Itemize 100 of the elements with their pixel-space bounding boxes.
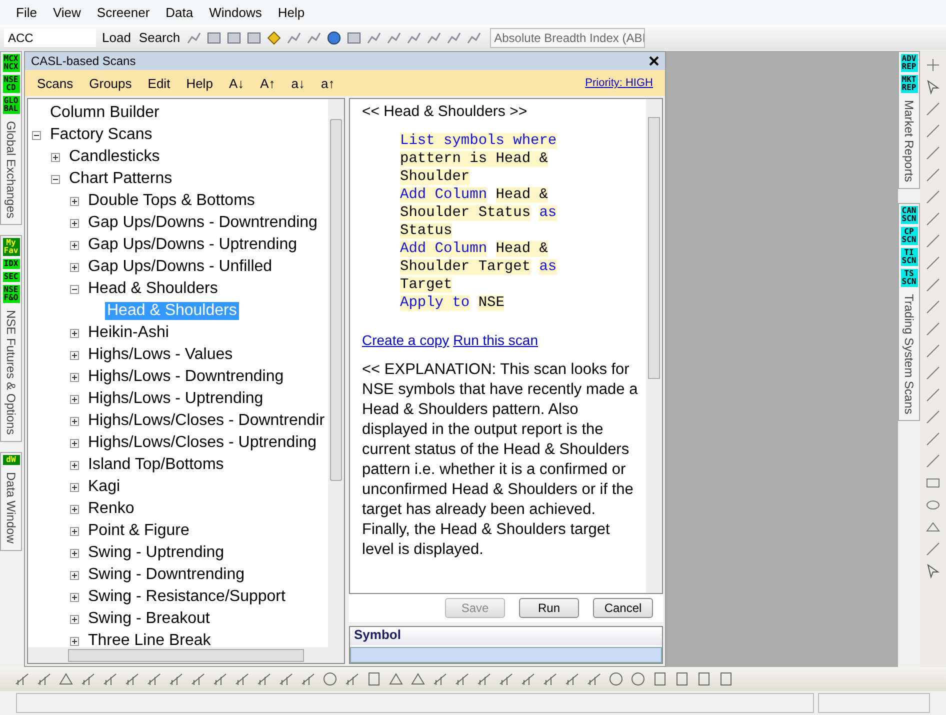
page-icon[interactable] bbox=[718, 671, 734, 687]
expander-icon[interactable] bbox=[51, 174, 60, 184]
line-icon[interactable] bbox=[925, 189, 941, 205]
report-tab[interactable]: TS SCN bbox=[900, 269, 918, 288]
expander-icon[interactable] bbox=[70, 218, 79, 228]
side-tab[interactable]: Global Exchanges bbox=[4, 117, 18, 222]
expander-icon[interactable] bbox=[70, 548, 79, 558]
expander-icon[interactable] bbox=[32, 130, 41, 140]
expander-icon[interactable] bbox=[70, 240, 79, 250]
tree-item[interactable]: Renko bbox=[86, 500, 136, 518]
panel-menu-item[interactable]: Help bbox=[186, 76, 213, 90]
exchange-tab[interactable]: dW bbox=[2, 455, 20, 466]
tree-item[interactable]: Point & Figure bbox=[86, 522, 192, 540]
circle-icon[interactable] bbox=[322, 671, 338, 687]
report-tab[interactable]: CP SCN bbox=[900, 227, 918, 246]
dialog-button[interactable]: Run bbox=[519, 598, 579, 618]
tree-item[interactable]: Highs/Lows - Downtrending bbox=[86, 368, 286, 386]
report-tab[interactable]: TI SCN bbox=[900, 248, 918, 266]
tree-item[interactable]: Chart Patterns bbox=[67, 170, 174, 188]
toolbar-button[interactable]: Load bbox=[100, 30, 133, 45]
exchange-tab[interactable]: NSE CD bbox=[2, 75, 20, 93]
column-header[interactable]: Symbol bbox=[354, 627, 401, 642]
tree-item[interactable]: Head & Shoulders bbox=[86, 280, 220, 298]
report-tab[interactable]: ADV REP bbox=[900, 54, 918, 72]
action-link[interactable]: Create a copy bbox=[362, 332, 450, 348]
panel-menu-item[interactable]: a↓ bbox=[291, 76, 306, 90]
expander-icon[interactable] bbox=[70, 460, 79, 470]
window-icon[interactable] bbox=[346, 30, 362, 46]
tree-item[interactable]: Highs/Lows - Values bbox=[86, 346, 235, 364]
exchange-tab[interactable]: SEC bbox=[2, 272, 20, 282]
symbol-field[interactable]: ACC bbox=[4, 28, 96, 46]
tree-item[interactable]: Kagi bbox=[86, 478, 122, 496]
report-tab[interactable]: CAN SCN bbox=[900, 206, 918, 224]
dialog-button[interactable]: Cancel bbox=[593, 598, 653, 618]
expander-icon[interactable] bbox=[70, 394, 79, 404]
expander-icon[interactable] bbox=[70, 526, 79, 536]
line-icon[interactable] bbox=[925, 123, 941, 139]
triangle-icon[interactable] bbox=[58, 671, 74, 687]
panel-menu-item[interactable]: A↓ bbox=[228, 76, 244, 90]
tree-item[interactable]: Gap Ups/Downs - Unfilled bbox=[86, 258, 274, 276]
tree-item[interactable]: Double Tops & Bottoms bbox=[86, 192, 257, 210]
tree-item[interactable]: Swing - Downtrending bbox=[86, 566, 247, 584]
tree-item[interactable]: Candlesticks bbox=[67, 148, 162, 166]
expander-icon[interactable] bbox=[70, 636, 79, 646]
window-icon[interactable] bbox=[246, 30, 262, 46]
expander-icon[interactable] bbox=[70, 196, 79, 206]
expander-icon[interactable] bbox=[70, 284, 79, 294]
exchange-tab[interactable]: IDX bbox=[2, 259, 20, 270]
expander-icon[interactable] bbox=[70, 350, 79, 360]
expander-icon[interactable] bbox=[70, 592, 79, 602]
expander-icon[interactable] bbox=[70, 482, 79, 492]
panel-menu-item[interactable]: a↑ bbox=[321, 76, 335, 90]
line-icon[interactable] bbox=[925, 145, 941, 161]
tree-item[interactable]: Heikin-Ashi bbox=[86, 324, 171, 342]
tree-item[interactable]: Highs/Lows/Closes - Uptrending bbox=[86, 434, 319, 452]
panel-menu-item[interactable]: A↑ bbox=[260, 76, 276, 90]
report-tab[interactable]: MKT REP bbox=[900, 75, 918, 93]
exchange-tab[interactable]: GLO BAL bbox=[2, 96, 20, 114]
tree-item[interactable]: Column Builder bbox=[48, 104, 162, 122]
tree-item[interactable]: Three Line Break bbox=[86, 632, 213, 650]
action-link[interactable]: Run this scan bbox=[453, 332, 538, 348]
tree-item[interactable]: Swing - Uptrending bbox=[86, 544, 226, 562]
expander-icon[interactable] bbox=[70, 372, 79, 382]
expander-icon[interactable] bbox=[70, 614, 79, 624]
expander-icon[interactable] bbox=[70, 328, 79, 338]
tree-item[interactable]: Swing - Breakout bbox=[86, 610, 212, 628]
plus-icon[interactable] bbox=[925, 57, 941, 73]
panel-menu-item[interactable]: Edit bbox=[148, 76, 170, 90]
line-icon[interactable] bbox=[925, 167, 941, 183]
triangle-icon[interactable] bbox=[388, 671, 404, 687]
page-icon[interactable] bbox=[696, 671, 712, 687]
expander-icon[interactable] bbox=[70, 438, 79, 448]
line-icon[interactable] bbox=[925, 101, 941, 117]
diamond-icon[interactable] bbox=[266, 30, 282, 46]
tree-item[interactable]: Factory Scans bbox=[48, 126, 154, 144]
box-icon[interactable] bbox=[366, 671, 382, 687]
menu-item[interactable]: View bbox=[44, 5, 89, 20]
expander-icon[interactable] bbox=[70, 570, 79, 580]
page-icon[interactable] bbox=[652, 671, 668, 687]
tree-item[interactable]: Highs/Lows/Closes - Downtrendir bbox=[86, 412, 327, 430]
toolbar-button[interactable]: Search bbox=[136, 30, 182, 45]
menu-item[interactable]: Help bbox=[270, 5, 313, 20]
tree-item[interactable]: Swing - Resistance/Support bbox=[86, 588, 288, 606]
exchange-tab[interactable]: MCX NCX bbox=[2, 54, 20, 72]
side-tab[interactable]: NSE Futures & Options bbox=[4, 306, 18, 440]
menu-item[interactable]: File bbox=[8, 5, 45, 20]
expander-icon[interactable] bbox=[70, 262, 79, 272]
panel-menu-item[interactable]: Groups bbox=[89, 76, 132, 90]
tree-item[interactable]: Island Top/Bottoms bbox=[86, 456, 226, 474]
side-tab[interactable]: Data Window bbox=[4, 468, 18, 548]
expander-icon[interactable] bbox=[51, 152, 60, 162]
menu-item[interactable]: Data bbox=[158, 5, 202, 20]
menu-item[interactable]: Screener bbox=[88, 5, 158, 20]
side-tab[interactable]: Market Reports bbox=[902, 96, 916, 186]
tree-item[interactable]: Highs/Lows - Uptrending bbox=[86, 390, 266, 408]
side-tab[interactable]: Trading System Scans bbox=[902, 290, 916, 418]
tree-item[interactable]: Gap Ups/Downs - Uptrending bbox=[86, 236, 299, 254]
expander-icon[interactable] bbox=[70, 504, 79, 514]
page-icon[interactable] bbox=[674, 671, 690, 687]
cursor-icon[interactable] bbox=[925, 79, 941, 95]
